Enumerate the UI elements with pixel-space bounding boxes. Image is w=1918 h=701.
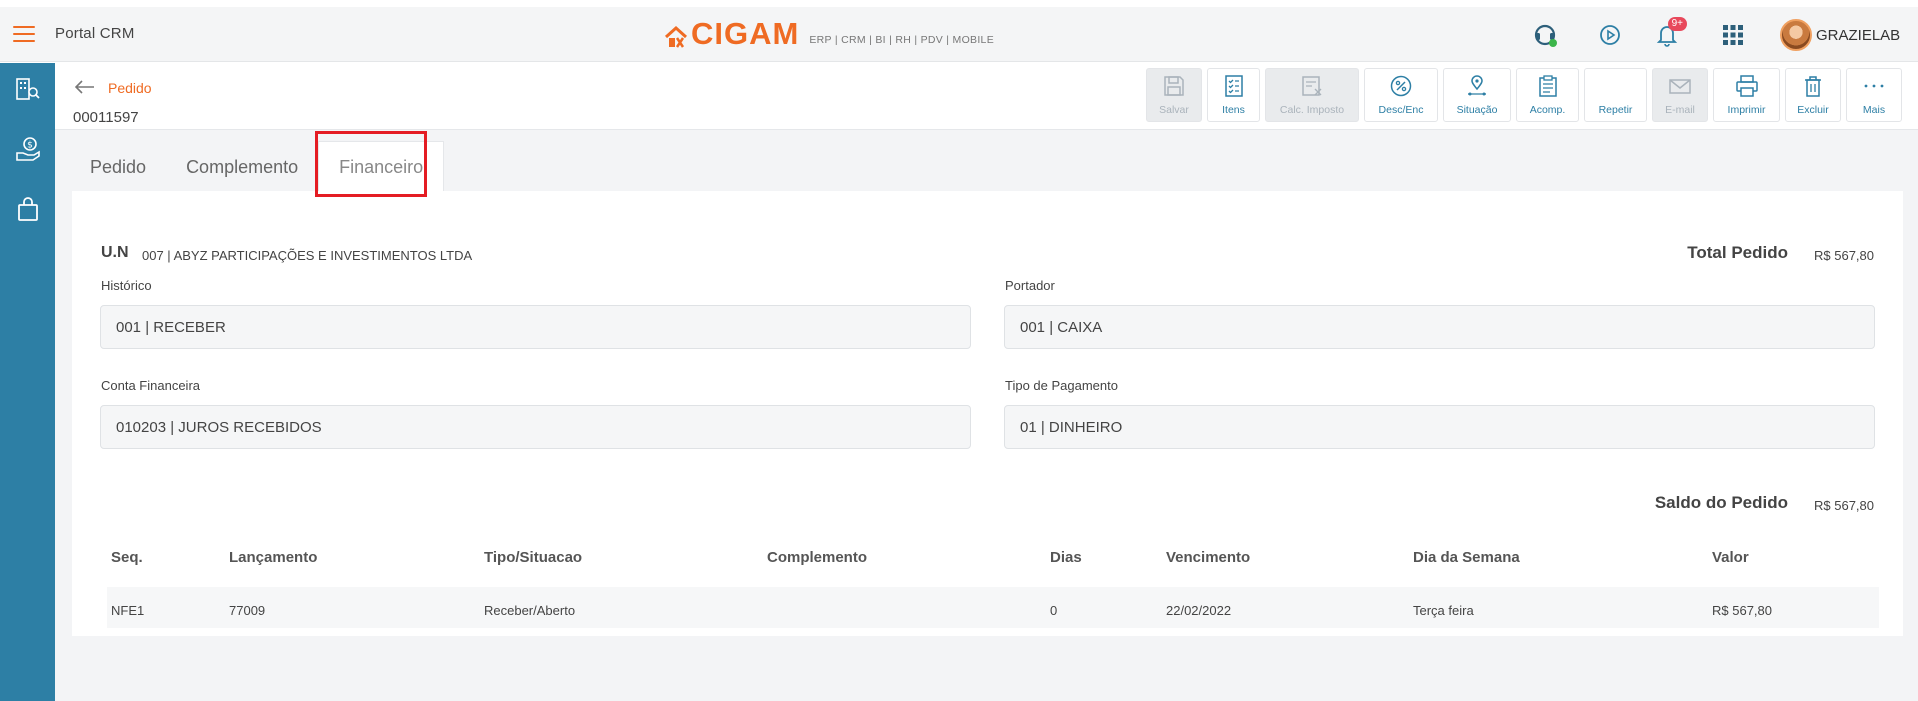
action-toolbar: Salvar Itens Calc. Imposto Desc/Enc Situ… <box>1146 68 1902 122</box>
top-header: Portal CRM CIGAM ERP | CRM | BI | RH | P… <box>0 7 1918 62</box>
cell-dias: 0 <box>1050 603 1058 618</box>
cell-dia-semana: Terça feira <box>1413 603 1474 618</box>
location-route-icon <box>1468 75 1486 96</box>
apps-grid-icon[interactable] <box>1719 21 1747 49</box>
breadcrumb[interactable]: Pedido <box>108 80 152 96</box>
table-row[interactable] <box>107 587 1879 628</box>
tab-bar: Pedido Complemento Financeiro <box>70 141 445 193</box>
conta-financeira-field[interactable]: 010203 | JUROS RECEBIDOS <box>100 405 971 449</box>
mail-icon <box>1669 79 1691 94</box>
page-header: Pedido 00011597 Salvar Itens Calc. Impos… <box>55 63 1918 130</box>
tipo-pagamento-field[interactable]: 01 | DINHEIRO <box>1004 405 1875 449</box>
checklist-icon <box>1224 75 1243 97</box>
historico-label: Histórico <box>101 278 152 293</box>
tax-calc-icon <box>1302 76 1322 96</box>
user-name: GRAZIELAB <box>1816 26 1901 44</box>
notification-bell-icon[interactable]: 9+ <box>1653 17 1687 49</box>
more-dots-icon <box>1864 84 1884 88</box>
items-button[interactable]: Itens <box>1207 68 1260 122</box>
tab-complemento[interactable]: Complemento <box>166 141 318 193</box>
percent-icon <box>1390 75 1412 97</box>
play-video-icon[interactable] <box>1596 21 1624 49</box>
portador-field[interactable]: 001 | CAIXA <box>1004 305 1875 349</box>
tab-financeiro[interactable]: Financeiro <box>318 141 445 193</box>
saldo-value: R$ 567,80 <box>1814 498 1874 513</box>
col-header-dias[interactable]: Dias <box>1050 549 1082 566</box>
col-header-seq[interactable]: Seq. <box>111 549 143 566</box>
total-value: R$ 567,80 <box>1814 248 1874 263</box>
cigam-logo[interactable]: CIGAM ERP | CRM | BI | RH | PDV | MOBILE <box>664 18 994 49</box>
more-button[interactable]: Mais <box>1846 68 1902 122</box>
cell-tipo-situacao: Receber/Aberto <box>484 603 576 618</box>
follow-up-button[interactable]: Acomp. <box>1516 68 1579 122</box>
portador-label: Portador <box>1005 278 1055 293</box>
portal-title: Portal CRM <box>55 25 135 42</box>
money-hand-icon[interactable]: $ <box>15 136 41 162</box>
un-label: U.N <box>101 244 129 261</box>
financeiro-panel: U.N 007 | ABYZ PARTICIPAÇÕES E INVESTIME… <box>72 191 1903 636</box>
clipboard-icon <box>1538 75 1557 97</box>
tipo-pagamento-label: Tipo de Pagamento <box>1005 378 1118 393</box>
email-button[interactable]: E-mail <box>1652 68 1708 122</box>
back-arrow-icon[interactable] <box>75 80 95 94</box>
discount-button[interactable]: Desc/Enc <box>1364 68 1438 122</box>
cell-lancamento: 77009 <box>229 603 266 618</box>
hamburger-menu-icon[interactable] <box>13 26 35 42</box>
save-icon <box>1164 76 1184 96</box>
cell-valor: R$ 567,80 <box>1712 603 1772 618</box>
print-icon <box>1735 75 1758 97</box>
total-label: Total Pedido <box>1687 243 1788 262</box>
trash-icon <box>1805 76 1821 97</box>
tab-pedido[interactable]: Pedido <box>70 141 166 193</box>
cell-vencimento: 22/02/2022 <box>1166 603 1232 618</box>
delete-button[interactable]: Excluir <box>1785 68 1841 122</box>
cell-seq: NFE1 <box>111 603 145 618</box>
order-number: 00011597 <box>73 109 139 126</box>
col-header-complemento[interactable]: Complemento <box>767 549 867 566</box>
conta-financeira-label: Conta Financeira <box>101 378 200 393</box>
user-menu[interactable]: GRAZIELAB <box>1780 19 1900 51</box>
status-button[interactable]: Situação <box>1443 68 1511 122</box>
support-headset-icon[interactable] <box>1531 21 1559 49</box>
col-header-lancamento[interactable]: Lançamento <box>229 549 317 566</box>
sidebar: $ <box>0 63 55 701</box>
calc-tax-button[interactable]: Calc. Imposto <box>1265 68 1359 122</box>
repeat-button[interactable]: Repetir <box>1584 68 1647 122</box>
col-header-vencimento[interactable]: Vencimento <box>1166 549 1250 566</box>
historico-field[interactable]: 001 | RECEBER <box>100 305 971 349</box>
shopping-bag-icon[interactable] <box>15 197 41 223</box>
cigam-logo-icon <box>664 25 688 48</box>
main-content: Pedido 00011597 Salvar Itens Calc. Impos… <box>55 63 1918 701</box>
save-button[interactable]: Salvar <box>1146 68 1202 122</box>
svg-text:$: $ <box>27 141 33 151</box>
notification-badge: 9+ <box>1667 17 1687 31</box>
un-value: 007 | ABYZ PARTICIPAÇÕES E INVESTIMENTOS… <box>142 248 473 263</box>
col-header-valor[interactable]: Valor <box>1712 549 1749 566</box>
avatar <box>1780 19 1812 51</box>
col-header-tipo-situacao[interactable]: Tipo/Situacao <box>484 549 582 566</box>
col-header-dia-semana[interactable]: Dia da Semana <box>1413 549 1520 566</box>
building-search-icon[interactable] <box>15 76 41 102</box>
print-button[interactable]: Imprimir <box>1713 68 1780 122</box>
saldo-label: Saldo do Pedido <box>1654 493 1788 512</box>
